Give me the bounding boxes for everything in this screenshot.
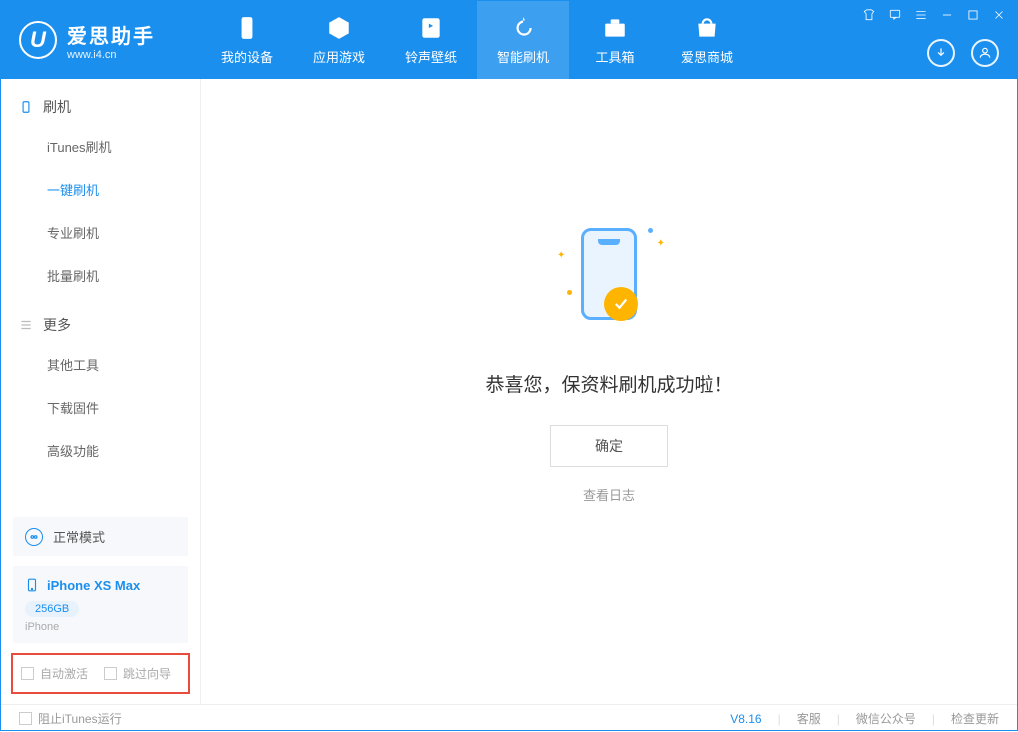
device-icon xyxy=(234,15,260,41)
nav-store[interactable]: 爱思商城 xyxy=(661,1,753,79)
view-log-link[interactable]: 查看日志 xyxy=(583,485,635,504)
nav-label: 铃声壁纸 xyxy=(405,47,457,66)
sidebar: 刷机 iTunes刷机 一键刷机 专业刷机 批量刷机 更多 其他工具 下载固件 … xyxy=(1,79,201,704)
nav-toolbox[interactable]: 工具箱 xyxy=(569,1,661,79)
minimize-icon[interactable] xyxy=(939,7,955,23)
confirm-button[interactable]: 确定 xyxy=(550,425,668,467)
nav-apps[interactable]: 应用游戏 xyxy=(293,1,385,79)
sidebar-item-batch-flash[interactable]: 批量刷机 xyxy=(1,254,200,297)
sidebar-item-itunes-flash[interactable]: iTunes刷机 xyxy=(1,125,200,168)
titlebar-icons xyxy=(861,7,1007,23)
header-right-icons xyxy=(927,39,999,67)
main-content: ✦ ✦ 恭喜您，保资料刷机成功啦！ 确定 查看日志 xyxy=(201,79,1017,704)
sidebar-header-more: 更多 xyxy=(1,315,200,343)
close-icon[interactable] xyxy=(991,7,1007,23)
list-icon xyxy=(19,318,33,332)
separator: | xyxy=(837,712,840,726)
dot-icon xyxy=(567,290,572,295)
nav-flash[interactable]: 智能刷机 xyxy=(477,1,569,79)
skin-icon[interactable] xyxy=(861,7,877,23)
sidebar-title: 更多 xyxy=(43,315,71,335)
store-icon xyxy=(694,15,720,41)
dot-icon xyxy=(648,228,653,233)
body: 刷机 iTunes刷机 一键刷机 专业刷机 批量刷机 更多 其他工具 下载固件 … xyxy=(1,79,1017,704)
nav-label: 应用游戏 xyxy=(313,47,365,66)
sidebar-item-download-firmware[interactable]: 下载固件 xyxy=(1,386,200,429)
cube-icon xyxy=(326,15,352,41)
checkbox-row-highlighted: 自动激活 跳过向导 xyxy=(11,653,190,694)
phone-icon xyxy=(19,100,33,114)
footer-link-wechat[interactable]: 微信公众号 xyxy=(856,710,916,727)
device-name-row: iPhone XS Max xyxy=(25,576,176,594)
sidebar-section-flash: 刷机 iTunes刷机 一键刷机 专业刷机 批量刷机 xyxy=(1,79,200,297)
phone-notch xyxy=(598,239,620,245)
device-name: iPhone XS Max xyxy=(47,578,140,593)
device-storage-badge: 256GB xyxy=(25,601,79,617)
phone-icon xyxy=(25,576,39,594)
sidebar-title: 刷机 xyxy=(43,97,71,117)
separator: | xyxy=(932,712,935,726)
checkbox-label: 自动激活 xyxy=(40,665,88,682)
sidebar-section-more: 更多 其他工具 下载固件 高级功能 xyxy=(1,297,200,472)
separator: | xyxy=(778,712,781,726)
footer-right: V8.16 | 客服 | 微信公众号 | 检查更新 xyxy=(730,710,999,727)
version-label: V8.16 xyxy=(730,712,761,726)
nav-label: 我的设备 xyxy=(221,47,273,66)
sparkle-icon: ✦ xyxy=(557,250,565,261)
sidebar-item-other-tools[interactable]: 其他工具 xyxy=(1,343,200,386)
footer-link-service[interactable]: 客服 xyxy=(797,710,821,727)
logo-icon: U xyxy=(19,21,57,59)
refresh-icon xyxy=(510,15,536,41)
device-box[interactable]: iPhone XS Max 256GB iPhone xyxy=(13,566,188,643)
mode-box[interactable]: 正常模式 xyxy=(13,517,188,556)
device-type: iPhone xyxy=(25,621,176,633)
nav-label: 爱思商城 xyxy=(681,47,733,66)
checkbox-icon xyxy=(19,712,32,725)
checkbox-icon xyxy=(21,667,34,680)
user-icon[interactable] xyxy=(971,39,999,67)
header: U 爱思助手 www.i4.cn 我的设备 应用游戏 铃声壁纸 智能刷机 工具箱 xyxy=(1,1,1017,79)
sparkle-icon: ✦ xyxy=(657,238,665,249)
toolbox-icon xyxy=(602,15,628,41)
sidebar-item-advanced[interactable]: 高级功能 xyxy=(1,429,200,472)
checkbox-label: 跳过向导 xyxy=(123,665,171,682)
maximize-icon[interactable] xyxy=(965,7,981,23)
phone-body-icon xyxy=(581,228,637,320)
nav-label: 工具箱 xyxy=(595,47,634,66)
feedback-icon[interactable] xyxy=(887,7,903,23)
checkbox-block-itunes[interactable]: 阻止iTunes运行 xyxy=(19,710,122,727)
checkbox-icon xyxy=(104,667,117,680)
mode-icon xyxy=(25,528,43,546)
music-icon xyxy=(418,15,444,41)
nav-ringtones[interactable]: 铃声壁纸 xyxy=(385,1,477,79)
success-illustration: ✦ ✦ xyxy=(549,220,669,340)
sidebar-item-onekey-flash[interactable]: 一键刷机 xyxy=(1,168,200,211)
check-badge-icon xyxy=(604,287,638,321)
footer-link-update[interactable]: 检查更新 xyxy=(951,710,999,727)
logo-text: 爱思助手 www.i4.cn xyxy=(67,20,155,61)
footer: 阻止iTunes运行 V8.16 | 客服 | 微信公众号 | 检查更新 xyxy=(1,704,1017,732)
checkbox-auto-activate[interactable]: 自动激活 xyxy=(21,665,88,682)
sidebar-header-flash: 刷机 xyxy=(1,97,200,125)
checkbox-skip-guide[interactable]: 跳过向导 xyxy=(104,665,171,682)
download-icon[interactable] xyxy=(927,39,955,67)
app-title: 爱思助手 xyxy=(67,20,155,49)
app-subtitle: www.i4.cn xyxy=(67,49,155,61)
mode-label: 正常模式 xyxy=(53,527,105,546)
success-message: 恭喜您，保资料刷机成功啦！ xyxy=(485,370,732,397)
nav-label: 智能刷机 xyxy=(497,47,549,66)
menu-icon[interactable] xyxy=(913,7,929,23)
nav: 我的设备 应用游戏 铃声壁纸 智能刷机 工具箱 爱思商城 xyxy=(201,1,753,79)
logo-area: U 爱思助手 www.i4.cn xyxy=(1,20,201,61)
checkbox-label: 阻止iTunes运行 xyxy=(38,710,122,727)
nav-my-device[interactable]: 我的设备 xyxy=(201,1,293,79)
sidebar-bottom: 正常模式 iPhone XS Max 256GB iPhone 自动激活 跳过向… xyxy=(1,517,200,704)
sidebar-item-pro-flash[interactable]: 专业刷机 xyxy=(1,211,200,254)
